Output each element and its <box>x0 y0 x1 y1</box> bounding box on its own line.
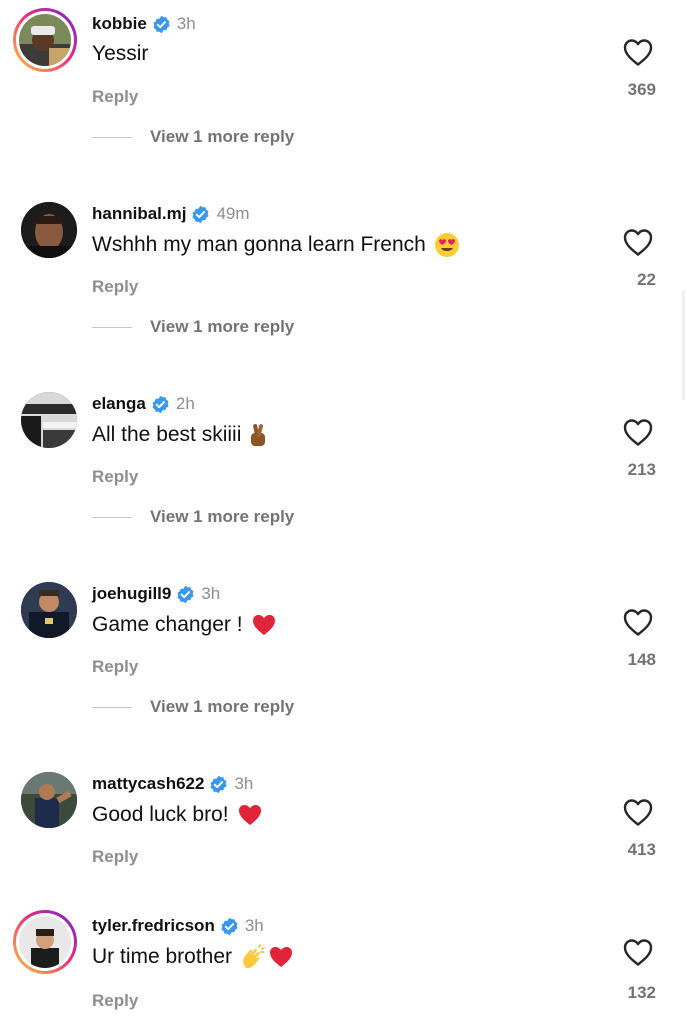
red-heart-emoji-icon <box>268 944 294 970</box>
comment-text: Wshhh my man gonna learn French <box>92 233 426 256</box>
like-count: 213 <box>627 460 656 479</box>
verified-badge-icon <box>191 205 210 224</box>
comment-time: 2h <box>175 394 195 413</box>
heart-eyes-emoji-icon <box>434 232 460 258</box>
comment-text-row: Ur time brother <box>92 944 294 970</box>
comment-text-row: All the best skiiii <box>92 422 271 448</box>
heart-icon[interactable] <box>622 417 654 447</box>
heart-icon[interactable] <box>622 937 654 967</box>
comment-text: Yessir <box>92 42 149 65</box>
comment-text: All the best skiiii <box>92 423 242 446</box>
username[interactable]: hannibal.mj <box>92 204 186 224</box>
comment-text-row: Game changer ! <box>92 612 277 638</box>
verified-badge-icon <box>176 585 195 604</box>
view-more-replies-label[interactable]: View 1 more reply <box>150 317 294 337</box>
username[interactable]: tyler.fredricson <box>92 916 215 936</box>
reply-button[interactable]: Reply <box>92 277 138 297</box>
comment-item: kobbie 3h Yessir Reply 369 View 1 more r… <box>0 0 687 190</box>
username[interactable]: joehugill9 <box>92 584 171 604</box>
crossed-fingers-emoji-icon <box>245 422 271 448</box>
like-count: 132 <box>627 983 656 1002</box>
comment-text-row: Good luck bro! <box>92 802 263 828</box>
username[interactable]: mattycash622 <box>92 774 204 794</box>
heart-icon[interactable] <box>622 797 654 827</box>
like-count: 369 <box>627 80 656 99</box>
comment-text: Ur time brother <box>92 945 233 968</box>
avatar[interactable] <box>13 8 77 72</box>
comment-item: tyler.fredricson 3h Ur time brother Repl… <box>0 902 687 1024</box>
username[interactable]: kobbie <box>92 14 147 34</box>
comment-text-row: Yessir <box>92 42 148 66</box>
reply-button[interactable]: Reply <box>92 87 138 107</box>
reply-button[interactable]: Reply <box>92 467 138 487</box>
verified-badge-icon <box>152 15 171 34</box>
avatar[interactable] <box>21 772 77 828</box>
like-count: 413 <box>627 840 656 859</box>
comment-time: 3h <box>201 584 221 603</box>
reply-button[interactable]: Reply <box>92 847 138 867</box>
red-heart-emoji-icon <box>251 612 277 638</box>
avatar[interactable] <box>21 202 77 258</box>
red-heart-emoji-icon <box>237 802 263 828</box>
divider-line <box>92 326 132 328</box>
comment-item: elanga 2h All the best skiiii Reply 213 … <box>0 380 687 570</box>
reply-button[interactable]: Reply <box>92 657 138 677</box>
comment-time: 3h <box>176 14 196 33</box>
comment-item: joehugill9 3h Game changer ! Reply 148 V… <box>0 570 687 760</box>
comment-text: Good luck bro! <box>92 803 229 826</box>
comment-text-row: Wshhh my man gonna learn French <box>92 232 460 258</box>
comment-time: 3h <box>244 916 264 935</box>
comment-text: Game changer ! <box>92 613 243 636</box>
reply-button[interactable]: Reply <box>92 991 138 1011</box>
scrollbar[interactable] <box>682 290 685 400</box>
view-more-replies[interactable]: View 1 more reply <box>92 697 294 717</box>
avatar[interactable] <box>21 582 77 638</box>
verified-badge-icon <box>220 917 239 936</box>
clapping-hands-emoji-icon <box>240 944 266 970</box>
comment-time: 3h <box>234 774 254 793</box>
verified-badge-icon <box>209 775 228 794</box>
view-more-replies[interactable]: View 1 more reply <box>92 507 294 527</box>
comment-item: hannibal.mj 49m Wshhh my man gonna learn… <box>0 190 687 380</box>
view-more-replies-label[interactable]: View 1 more reply <box>150 507 294 527</box>
view-more-replies[interactable]: View 1 more reply <box>92 127 294 147</box>
verified-badge-icon <box>151 395 170 414</box>
username[interactable]: elanga <box>92 394 146 414</box>
like-count: 148 <box>627 650 656 669</box>
divider-line <box>92 136 132 138</box>
view-more-replies-label[interactable]: View 1 more reply <box>150 127 294 147</box>
heart-icon[interactable] <box>622 37 654 67</box>
view-more-replies[interactable]: View 1 more reply <box>92 317 294 337</box>
heart-icon[interactable] <box>622 607 654 637</box>
heart-icon[interactable] <box>622 227 654 257</box>
like-count: 22 <box>637 270 656 289</box>
view-more-replies-label[interactable]: View 1 more reply <box>150 697 294 717</box>
avatar[interactable] <box>13 910 77 974</box>
divider-line <box>92 706 132 708</box>
divider-line <box>92 516 132 518</box>
comment-time: 49m <box>216 204 250 223</box>
avatar[interactable] <box>21 392 77 448</box>
